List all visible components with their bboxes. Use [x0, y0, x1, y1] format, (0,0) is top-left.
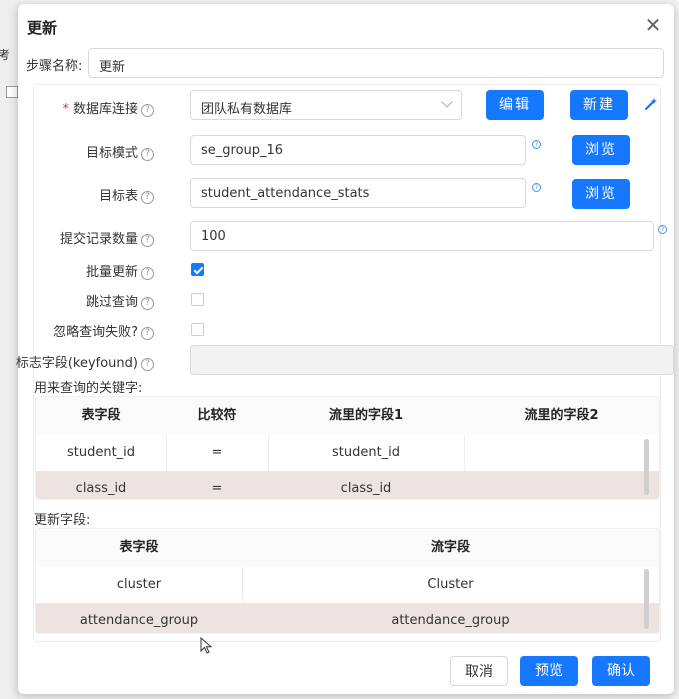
- table-row[interactable]: attendance_group attendance_group: [36, 603, 659, 633]
- chevron-down-icon: [441, 96, 453, 108]
- table-header: 表字段 流字段: [36, 529, 659, 567]
- info-icon[interactable]: ?: [658, 225, 667, 234]
- column-header: 流字段: [430, 540, 470, 555]
- step-name-label: 步骤名称:: [26, 59, 83, 74]
- column-divider: [464, 435, 465, 471]
- flag-field-input: [190, 345, 674, 375]
- browse-schema-button[interactable]: 浏览: [572, 135, 630, 165]
- target-table-input[interactable]: student_attendance_stats: [190, 178, 526, 208]
- cancel-button[interactable]: 取消: [450, 656, 508, 686]
- scrollbar[interactable]: [644, 569, 649, 629]
- skip-lookup-label: 跳过查询?: [86, 291, 154, 310]
- background-checkbox: [6, 86, 18, 98]
- column-header: 比较符: [197, 408, 237, 423]
- table-cell: =: [211, 445, 223, 460]
- mouse-cursor-icon: [200, 637, 212, 654]
- update-dialog: 更新 ✕ 步骤名称: 更新 * 数据库连接? 团队私有数据库 编辑 新建 目标模式…: [16, 4, 674, 694]
- column-header: 表字段: [119, 540, 159, 555]
- skip-lookup-checkbox[interactable]: [191, 293, 204, 306]
- step-name-input[interactable]: 更新: [88, 48, 664, 78]
- info-icon[interactable]: ?: [532, 183, 541, 192]
- table-cell: =: [211, 481, 223, 496]
- key-lookup-table: 表字段 比较符 流里的字段1 流里的字段2 student_id = stude…: [35, 396, 660, 500]
- batch-update-label: 批量更新?: [86, 261, 154, 280]
- table-cell: [464, 435, 659, 471]
- column-divider: [268, 435, 269, 471]
- commit-size-input[interactable]: 100: [190, 221, 654, 251]
- help-icon[interactable]: ?: [141, 267, 154, 280]
- column-header: 流里的字段2: [524, 408, 599, 423]
- target-schema-label: 目标模式?: [86, 142, 154, 161]
- wizard-wand-icon[interactable]: [644, 97, 658, 111]
- required-mark: *: [62, 102, 69, 117]
- close-icon[interactable]: ✕: [642, 14, 664, 36]
- edit-connection-button[interactable]: 编辑: [486, 90, 544, 120]
- new-connection-button[interactable]: 新建: [570, 90, 628, 120]
- help-icon[interactable]: ?: [141, 234, 154, 247]
- confirm-button[interactable]: 确认: [592, 656, 650, 686]
- target-schema-input[interactable]: se_group_16: [190, 135, 526, 165]
- table-row[interactable]: cluster Cluster: [36, 567, 659, 603]
- table-header: 表字段 比较符 流里的字段1 流里的字段2: [36, 397, 659, 435]
- help-icon[interactable]: ?: [141, 297, 154, 310]
- background-page: [0, 0, 20, 699]
- column-divider: [166, 435, 167, 471]
- table-cell: class_id: [340, 481, 392, 496]
- db-connection-select[interactable]: 团队私有数据库: [190, 90, 462, 120]
- update-table-label: 更新字段:: [34, 513, 91, 528]
- help-icon[interactable]: ?: [141, 104, 154, 117]
- preview-button[interactable]: 预览: [520, 656, 578, 686]
- db-connection-label: * 数据库连接?: [62, 98, 154, 117]
- table-row[interactable]: class_id = class_id: [36, 471, 659, 499]
- help-icon[interactable]: ?: [141, 148, 154, 161]
- table-cell: class_id: [75, 481, 127, 496]
- column-divider: [242, 567, 243, 603]
- ignore-lookup-failure-checkbox[interactable]: [191, 323, 204, 336]
- table-row[interactable]: student_id = student_id: [36, 435, 659, 471]
- table-cell: Cluster: [427, 577, 474, 592]
- dialog-title: 更新: [27, 19, 58, 37]
- table-cell: cluster: [116, 577, 162, 592]
- info-icon[interactable]: ?: [532, 140, 541, 149]
- table-cell: student_id: [66, 445, 136, 460]
- batch-update-checkbox[interactable]: [191, 263, 204, 276]
- commit-size-label: 提交记录数量?: [60, 228, 154, 247]
- key-table-label: 用来查询的关键字:: [34, 381, 143, 396]
- flag-field-label: 标志字段(keyfound)?: [16, 352, 154, 371]
- table-cell: [464, 471, 659, 499]
- column-header: 表字段: [81, 408, 121, 423]
- scrollbar[interactable]: [644, 439, 649, 495]
- table-cell: attendance_group: [391, 613, 510, 628]
- ignore-lookup-failure-label: 忽略查询失败??: [53, 321, 154, 340]
- help-icon[interactable]: ?: [141, 358, 154, 371]
- help-icon[interactable]: ?: [141, 191, 154, 204]
- background-text-fragment: 考: [0, 48, 11, 62]
- help-icon[interactable]: ?: [141, 327, 154, 340]
- column-header: 流里的字段1: [328, 408, 404, 423]
- browse-table-button[interactable]: 浏览: [572, 179, 630, 209]
- update-fields-table: 表字段 流字段 cluster Cluster attendance_group…: [35, 528, 660, 634]
- table-cell: student_id: [331, 445, 401, 460]
- table-cell: attendance_group: [79, 613, 199, 628]
- target-table-label: 目标表?: [99, 185, 154, 204]
